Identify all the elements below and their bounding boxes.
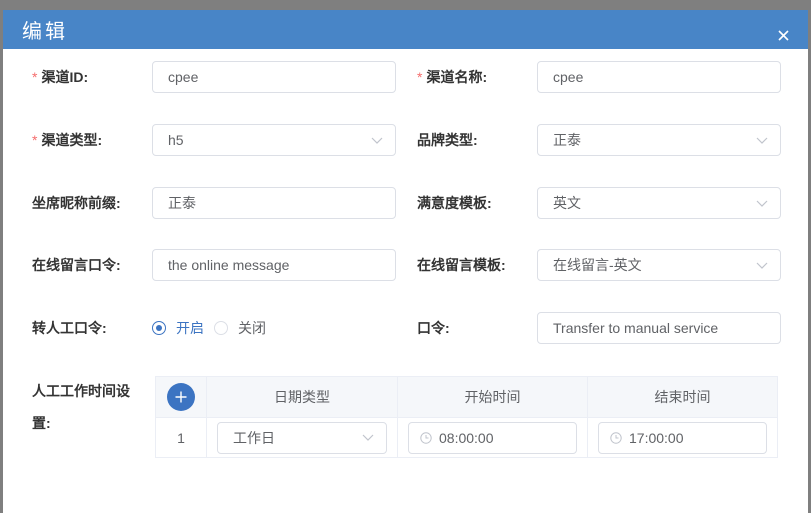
channel-id-input[interactable] [152, 61, 396, 93]
form-item-channel-name: * 渠道名称: [417, 61, 781, 93]
satisfaction-template-value: 英文 [553, 195, 581, 211]
start-time-input[interactable] [409, 422, 576, 453]
work-hours-label: 人工工作时间设置: [32, 383, 130, 431]
channel-type-value: h5 [168, 132, 184, 148]
chevron-stroke [362, 434, 374, 441]
form-item-brand-type: *品牌类型: 正泰 [417, 124, 781, 156]
channel-name-input[interactable] [537, 61, 781, 93]
radio-label: 开启 [176, 320, 204, 336]
satisfaction-template-select[interactable]: 英文 [537, 187, 781, 219]
channel-id-label: * 渠道ID: [32, 61, 152, 93]
chevron-down-icon [362, 434, 374, 441]
table-row: 1 工作日 [155, 417, 778, 458]
plus-icon [175, 391, 187, 403]
channel-name-label-text: 渠道名称: [426, 69, 488, 85]
dialog-body: *渠道ID: *渠道名称: *渠道类型: h5 *品牌类型: 正泰 *坐席昵称前… [3, 49, 808, 513]
end-time-picker [598, 421, 767, 454]
table-header-row: 日期类型 开始时间 结束时间 [155, 376, 778, 418]
table-body: 1 工作日 [155, 417, 778, 458]
clock-hands [425, 434, 429, 438]
radio-circle [214, 321, 228, 335]
form-item-online-message-command: *在线留言口令: [32, 249, 396, 281]
transfer-command-label: *转人工口令: [32, 312, 152, 344]
dialog-header: 编辑 [3, 10, 808, 49]
form-item-satisfaction-template: *满意度模板: 英文 [417, 187, 781, 219]
channel-type-label: * 渠道类型: [32, 124, 152, 156]
online-message-template-value: 在线留言-英文 [553, 257, 642, 273]
radio-circle [152, 321, 166, 335]
clock-icon [420, 431, 432, 444]
command-label-text: 口令: [417, 320, 450, 336]
form-item-command: *口令: [417, 312, 781, 344]
add-row-button[interactable] [167, 383, 195, 411]
column-header-start-time: 开始时间 [397, 376, 588, 418]
channel-type-select[interactable]: h5 [152, 124, 396, 156]
radio-option-enable[interactable]: 开启 [152, 318, 204, 338]
chevron-down-icon [371, 137, 383, 144]
start-time-cell [397, 417, 588, 458]
channel-id-label-text: 渠道ID: [41, 69, 89, 85]
brand-type-label-text: 品牌类型: [417, 132, 478, 148]
transfer-command-label-text: 转人工口令: [32, 320, 107, 336]
online-message-template-select[interactable]: 在线留言-英文 [537, 249, 781, 281]
column-header-date-type: 日期类型 [206, 376, 398, 418]
date-type-select[interactable]: 工作日 [217, 421, 387, 454]
chevron-stroke [371, 137, 383, 144]
clock-icon [610, 431, 622, 444]
form-item-online-message-template: *在线留言模板: 在线留言-英文 [417, 249, 781, 281]
date-type-value: 工作日 [233, 429, 275, 446]
command-label: *口令: [417, 312, 537, 344]
satisfaction-template-label: *满意度模板: [417, 187, 537, 219]
row-index: 1 [155, 417, 207, 458]
chevron-stroke [756, 137, 768, 144]
date-type-cell: 工作日 [206, 417, 398, 458]
end-time-input[interactable] [599, 422, 766, 453]
online-message-template-label-text: 在线留言模板: [417, 257, 506, 273]
column-header-end-time: 结束时间 [587, 376, 778, 418]
required-mark: * [32, 132, 38, 148]
agent-nickname-prefix-label-text: 坐席昵称前缀: [32, 195, 121, 211]
online-message-command-input[interactable] [152, 249, 396, 281]
chevron-stroke [756, 262, 768, 269]
chevron-stroke [756, 200, 768, 207]
form-item-agent-nickname-prefix: *坐席昵称前缀: [32, 187, 396, 219]
form-item-channel-id: * 渠道ID: [32, 61, 396, 93]
online-message-command-label-text: 在线留言口令: [32, 257, 121, 273]
start-time-picker [408, 421, 577, 454]
clock-hands [615, 434, 619, 438]
required-mark: * [32, 69, 38, 85]
add-column-header [155, 376, 207, 418]
transfer-command-radio-group: 开启 关闭 [152, 312, 276, 344]
brand-type-label: *品牌类型: [417, 124, 537, 156]
close-icon [778, 30, 789, 41]
edit-dialog: 编辑 *渠道ID: *渠道名称: *渠道类型: h5 *品牌类型: [3, 10, 808, 513]
plus-icon-stroke [175, 391, 187, 403]
online-message-template-label: *在线留言模板: [417, 249, 537, 281]
brand-type-select[interactable]: 正泰 [537, 124, 781, 156]
chevron-down-icon [756, 137, 768, 144]
required-mark: * [417, 69, 423, 85]
radio-label: 关闭 [238, 320, 266, 336]
close-icon-stroke [778, 30, 789, 41]
radio-option-disable[interactable]: 关闭 [214, 318, 266, 338]
form-item-transfer-command: *转人工口令: 开启 关闭 [32, 312, 396, 344]
form-item-channel-type: * 渠道类型: h5 [32, 124, 396, 156]
brand-type-value: 正泰 [553, 132, 581, 148]
chevron-down-icon [756, 262, 768, 269]
satisfaction-template-label-text: 满意度模板: [417, 195, 492, 211]
agent-nickname-prefix-label: *坐席昵称前缀: [32, 187, 152, 219]
close-button[interactable] [775, 27, 792, 44]
command-input[interactable] [537, 312, 781, 344]
dialog-title: 编辑 [22, 21, 68, 43]
chevron-down-icon [756, 200, 768, 207]
channel-type-label-text: 渠道类型: [41, 132, 103, 148]
end-time-cell [587, 417, 778, 458]
work-hours-grid: 日期类型 开始时间 结束时间 1 工作日 [155, 376, 778, 458]
online-message-command-label: *在线留言口令: [32, 249, 152, 281]
work-hours-table: 日期类型 开始时间 结束时间 1 工作日 [155, 376, 778, 458]
table-head: 日期类型 开始时间 结束时间 [155, 376, 778, 418]
channel-name-label: * 渠道名称: [417, 61, 537, 93]
agent-nickname-prefix-input[interactable] [152, 187, 396, 219]
